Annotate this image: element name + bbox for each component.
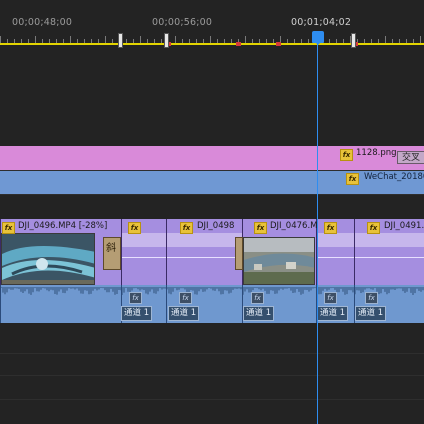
audio-clip[interactable] [0, 285, 122, 323]
channel-label: 通道 1 [121, 306, 153, 321]
track-v2[interactable] [0, 195, 424, 219]
fx-badge-icon[interactable]: fx [2, 222, 15, 234]
empty-track-area[interactable] [0, 46, 424, 146]
clip-wechat[interactable] [0, 171, 424, 194]
fx-badge-icon[interactable]: fx [367, 222, 380, 234]
clip-thumbnail [1, 233, 95, 285]
ruler-tick [385, 36, 386, 43]
clip-name: DJI_0476.M [270, 221, 318, 231]
fx-badge-icon[interactable]: fx [129, 292, 142, 304]
fx-badge-icon[interactable]: fx [365, 292, 378, 304]
ruler-tick [0, 36, 1, 43]
ruler-tick [210, 36, 211, 43]
audio-waveform [1, 287, 122, 295]
fx-badge-icon[interactable]: fx [254, 222, 267, 234]
clip-name: DJI_0498 [197, 221, 235, 231]
track-divider [0, 375, 424, 376]
playhead-line[interactable] [317, 42, 318, 424]
fx-badge-icon[interactable]: fx [324, 292, 337, 304]
ruler-tick [420, 36, 421, 43]
time-ruler[interactable]: 00;00;48;00 00;00;56;00 00;01;04;02 [0, 0, 424, 46]
ruler-tick [140, 36, 141, 43]
fx-badge-icon[interactable]: fx [340, 149, 353, 161]
ruler-tick [105, 36, 106, 43]
ruler-tick [245, 36, 246, 43]
channel-label: 通道 1 [317, 306, 349, 321]
fx-badge-icon[interactable]: fx [324, 222, 337, 234]
channel-label: 通道 1 [355, 306, 387, 321]
keyframe-handle[interactable] [351, 33, 356, 48]
fx-badge-icon[interactable]: fx [128, 222, 141, 234]
clip-name: DJI_0491. [384, 221, 424, 231]
channel-label: 通道 1 [168, 306, 200, 321]
current-timecode-label: 00;01;04;02 [291, 17, 352, 28]
fx-badge-icon[interactable]: fx [179, 292, 192, 304]
timecode-label: 00;00;56;00 [152, 17, 213, 28]
transition-block[interactable]: 斜 [103, 237, 121, 270]
fx-badge-icon[interactable]: fx [180, 222, 193, 234]
keyframe-handle[interactable] [164, 33, 169, 48]
fx-badge-icon[interactable]: fx [346, 173, 359, 185]
clip-thumbnail [243, 237, 315, 285]
track-divider [0, 399, 424, 400]
ruler-tick [70, 36, 71, 43]
track-divider [0, 353, 424, 354]
ruler-tick [35, 36, 36, 43]
channel-label: 通道 1 [243, 306, 275, 321]
transition-label: 斜 [106, 243, 116, 254]
playhead-handle[interactable] [312, 31, 324, 45]
ruler-tick [175, 36, 176, 43]
work-area-bar[interactable] [0, 43, 424, 45]
cross-dissolve-transition[interactable]: 交叉 [397, 151, 424, 164]
clip-name: 1128.png [356, 148, 397, 158]
clip-name: DJI_0496.MP4 [-28%] [18, 221, 108, 231]
empty-audio-track-area[interactable] [0, 323, 424, 424]
fx-badge-icon[interactable]: fx [251, 292, 264, 304]
timecode-label: 00;00;48;00 [12, 17, 73, 28]
clip-name: WeChat_20180 [364, 172, 424, 182]
transition-block[interactable] [235, 237, 243, 270]
keyframe-handle[interactable] [118, 33, 123, 48]
